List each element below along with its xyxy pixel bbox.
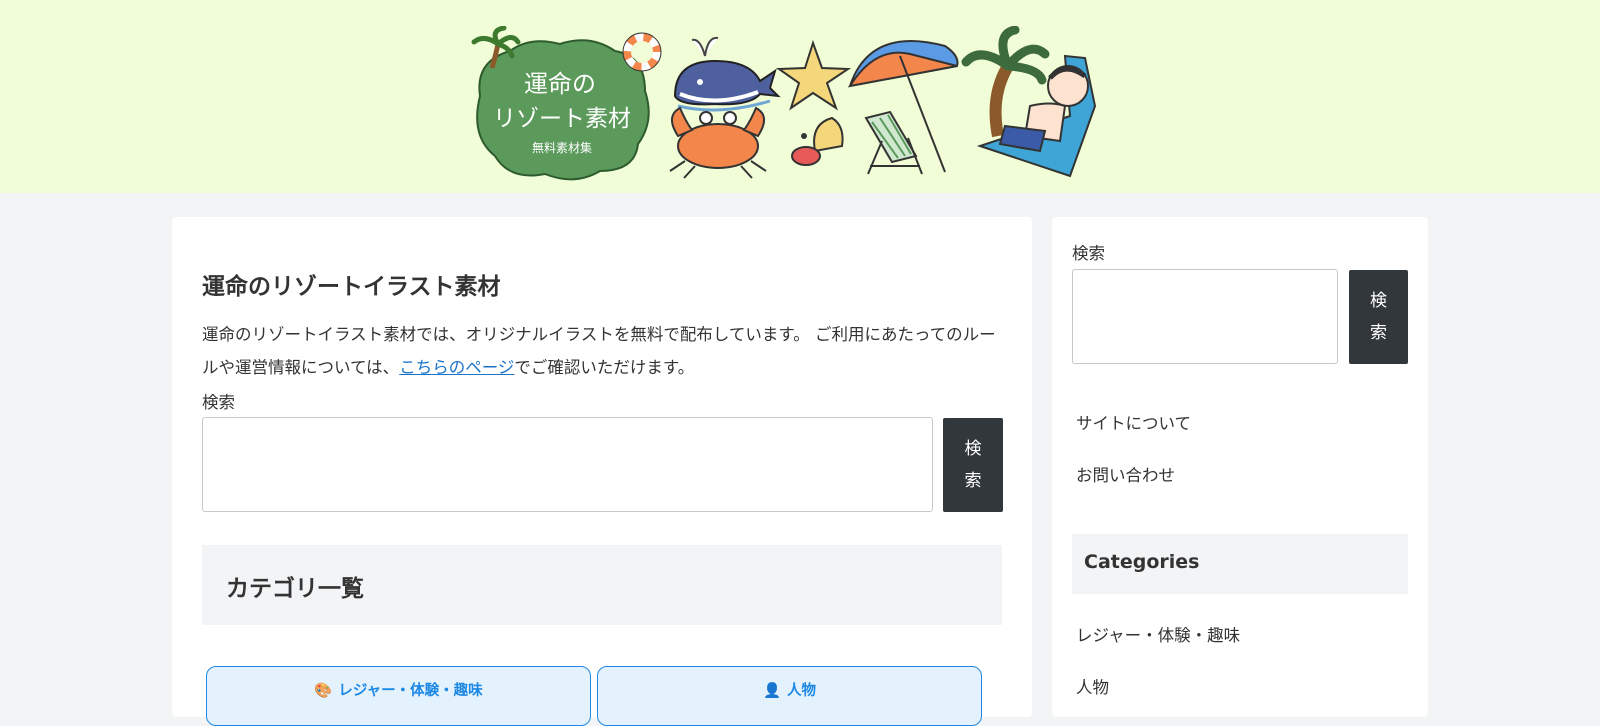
logo-line-2: リゾート素材 — [493, 106, 631, 132]
sidebar-link-contact[interactable]: お問い合わせ — [1076, 462, 1175, 486]
main-content: 運命のリゾートイラスト素材 運命のリゾートイラスト素材では、オリジナルイラストを… — [172, 217, 1032, 726]
site-logo[interactable]: 運命の リゾート素材 無料素材集 — [471, 26, 650, 181]
page-title: 運命のリゾートイラスト素材 — [202, 274, 501, 300]
crab-icon — [669, 106, 767, 179]
logo-line-3: 無料素材集 — [532, 140, 592, 155]
category-card-leisure[interactable]: 🎨 レジャー・体験・趣味 — [206, 666, 591, 726]
person-icon: 👤 — [762, 683, 782, 699]
intro-text-after: でご確認いただけます。 — [514, 358, 695, 377]
category-card-label: 人物 — [787, 683, 817, 699]
sidebar-link-about[interactable]: サイトについて — [1076, 410, 1191, 434]
beach-chair-icon — [864, 110, 923, 175]
intro-text: 運命のリゾートイラスト素材では、オリジナルイラストを無料で配布しています。 ご利… — [202, 318, 1002, 384]
search-button-label: 検索 — [964, 439, 982, 490]
whale-icon — [673, 36, 781, 112]
search-button[interactable]: 検索 — [943, 418, 1003, 512]
category-list-heading-box: カテゴリ一覧 — [202, 545, 1002, 625]
logo-line-1: 運命の — [524, 70, 596, 98]
site-header: 運命の リゾート素材 無料素材集 — [0, 0, 1600, 193]
category-card-people-content: 👤 人物 — [598, 679, 981, 700]
sidebar-categories-heading: Categories — [1084, 551, 1200, 573]
category-card-people[interactable]: 👤 人物 — [597, 666, 982, 726]
search-label: 検索 — [202, 393, 235, 412]
starfish-icon — [775, 39, 852, 111]
category-card-label: レジャー・体験・趣味 — [338, 683, 483, 699]
search-input[interactable] — [202, 417, 933, 512]
rules-page-link[interactable]: こちらのページ — [399, 358, 514, 377]
life-ring-icon — [622, 32, 662, 72]
hermit-crab-icon — [791, 116, 844, 166]
sidebar-category-leisure[interactable]: レジャー・体験・趣味 — [1076, 622, 1240, 646]
sidebar-categories-heading-box: Categories — [1072, 534, 1408, 594]
sidebar: 検索 検索 サイトについて お問い合わせ Categories レジャー・体験・… — [1052, 217, 1428, 717]
header-banner-illustration[interactable]: 運命の リゾート素材 無料素材集 — [470, 26, 1130, 184]
sidebar-search-label: 検索 — [1072, 244, 1105, 263]
sidebar-search-input[interactable] — [1072, 269, 1338, 364]
sidebar-category-people[interactable]: 人物 — [1076, 674, 1109, 698]
sidebar-search-button-label: 検索 — [1370, 291, 1387, 342]
palette-icon: 🎨 — [314, 683, 333, 699]
category-card-leisure-content: 🎨 レジャー・体験・趣味 — [207, 679, 590, 700]
sidebar-search-button[interactable]: 検索 — [1349, 270, 1408, 364]
category-list-heading: カテゴリ一覧 — [226, 576, 364, 602]
